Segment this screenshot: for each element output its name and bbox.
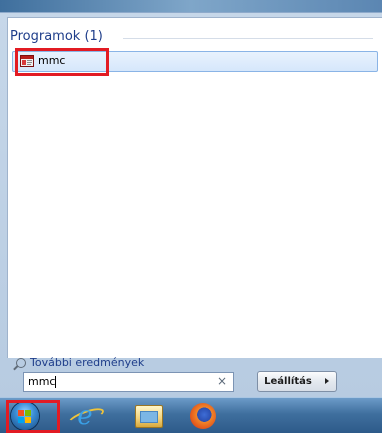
search-input-value: mmc bbox=[28, 375, 56, 388]
start-button-highlight-frame bbox=[6, 400, 60, 433]
section-divider bbox=[123, 38, 373, 39]
taskbar: e bbox=[0, 397, 382, 433]
programs-section-header: Programok (1) bbox=[8, 28, 378, 48]
search-row: mmc × Leállítás bbox=[0, 367, 382, 397]
search-results-panel: Programok (1) mmc bbox=[7, 17, 382, 358]
shutdown-options-arrow-icon[interactable] bbox=[318, 371, 337, 392]
internet-explorer-icon[interactable]: e bbox=[71, 403, 99, 429]
shutdown-controls: Leállítás bbox=[257, 371, 337, 392]
text-caret bbox=[55, 376, 56, 388]
clear-search-icon[interactable]: × bbox=[217, 374, 227, 388]
shutdown-button[interactable]: Leállítás bbox=[257, 371, 319, 392]
firefox-icon[interactable] bbox=[190, 403, 216, 429]
result-highlight-frame bbox=[15, 48, 109, 76]
folder-icon[interactable] bbox=[135, 405, 163, 428]
search-input[interactable]: mmc × bbox=[23, 372, 234, 392]
section-title: Programok (1) bbox=[10, 29, 103, 44]
start-menu: Programok (1) mmc További eredmények mmc… bbox=[0, 12, 382, 398]
